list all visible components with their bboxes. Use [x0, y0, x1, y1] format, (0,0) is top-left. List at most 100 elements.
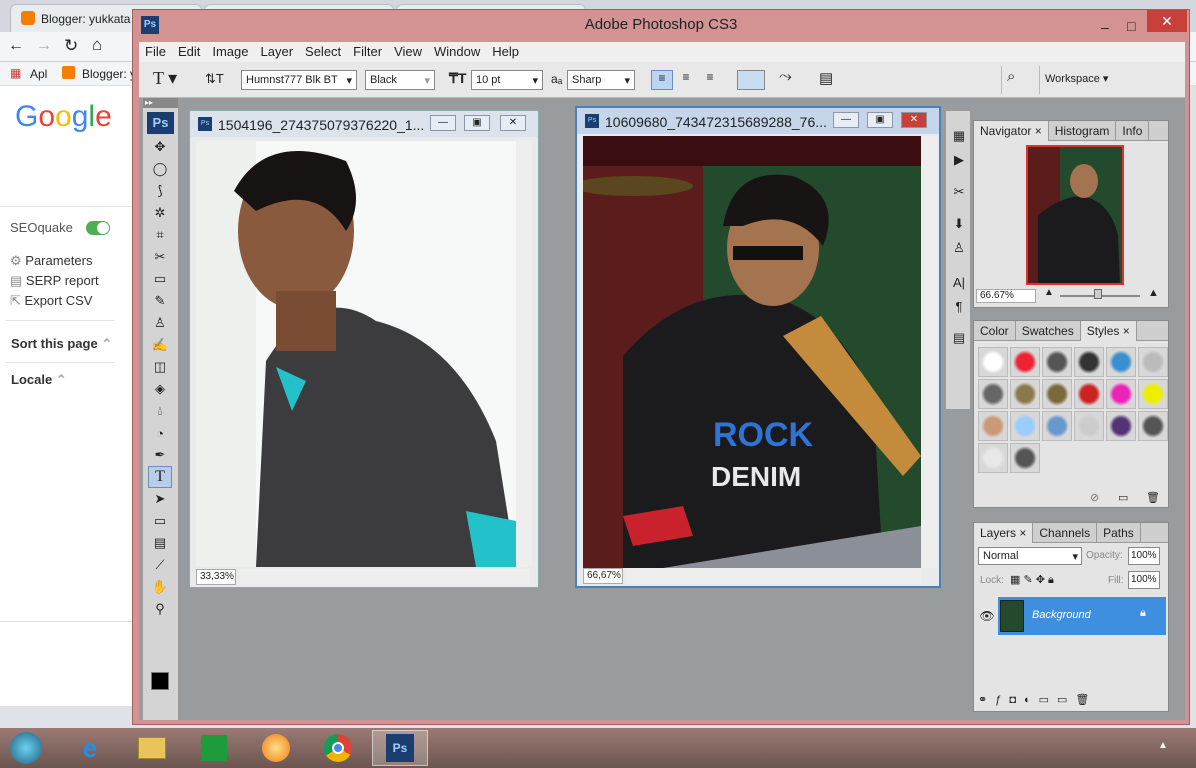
doc-close-button[interactable]: ✕ [500, 115, 526, 131]
tab-swatches[interactable]: Swatches [1016, 321, 1081, 341]
eraser-tool-icon[interactable]: ◫ [148, 356, 172, 378]
bridge-icon[interactable]: ⌕ [1007, 68, 1015, 85]
align-center-icon[interactable]: ≡ [675, 70, 697, 90]
warp-text-icon[interactable]: ⤳ [779, 68, 792, 86]
bookmark-blogger[interactable]: Blogger: y [82, 67, 136, 81]
antialias-select[interactable]: Sharp ▾ [567, 70, 635, 90]
eye-icon[interactable]: 👁︎ [976, 597, 998, 635]
style-swatch[interactable] [978, 379, 1008, 409]
media-player-icon[interactable] [248, 730, 304, 766]
type-tool-icon[interactable]: T [148, 466, 172, 488]
style-swatch[interactable] [978, 411, 1008, 441]
style-swatch[interactable] [1074, 379, 1104, 409]
brush-tool-icon[interactable]: ✎ [148, 290, 172, 312]
menu-layer[interactable]: Layer [255, 42, 300, 61]
photoshop-taskbar-icon[interactable]: Ps [372, 730, 428, 766]
hand-tool-icon[interactable]: ✋ [148, 576, 172, 598]
paint-bucket-tool-icon[interactable]: ◈ [148, 378, 172, 400]
tab-layers[interactable]: Layers × [974, 523, 1034, 543]
pen-tool-icon[interactable]: ✒ [148, 444, 172, 466]
workspace-button[interactable]: Workspace ▾ [1045, 72, 1108, 85]
type-tool-preset-icon[interactable]: T ▾ [153, 68, 177, 89]
back-icon[interactable]: ← [8, 37, 24, 55]
eyedropper-tool-icon[interactable]: ⟋ [148, 554, 172, 576]
menu-filter[interactable]: Filter [347, 42, 388, 61]
zoom-slider-thumb[interactable] [1094, 289, 1102, 299]
clone-source-icon[interactable]: ♙ [947, 237, 971, 259]
opacity-field[interactable]: 100% [1128, 547, 1160, 565]
horizontal-scrollbar[interactable] [627, 568, 921, 584]
clone-stamp-tool-icon[interactable]: ♙ [148, 312, 172, 334]
slice-tool-icon[interactable]: ✂ [148, 246, 172, 268]
forward-icon[interactable]: → [36, 37, 52, 55]
text-color-swatch[interactable] [737, 70, 765, 90]
foreground-color-swatch[interactable] [151, 672, 169, 690]
layer-comps-icon[interactable]: ⬇ [947, 213, 971, 235]
store-icon[interactable] [186, 730, 242, 766]
blur-tool-icon[interactable]: 💧︎ [148, 400, 172, 422]
tab-styles[interactable]: Styles × [1080, 321, 1137, 341]
tool-presets-icon[interactable]: ✂ [947, 181, 971, 203]
home-icon[interactable]: ⌂ [92, 35, 102, 55]
bookmark-apps[interactable]: Apl [30, 67, 47, 81]
menu-window[interactable]: Window [428, 42, 486, 61]
menu-image[interactable]: Image [206, 42, 254, 61]
new-style-icon[interactable]: ▭ [1118, 491, 1128, 504]
style-swatch[interactable] [1138, 411, 1168, 441]
zoom-field[interactable]: 66,67% [583, 568, 623, 584]
style-swatch[interactable] [1106, 411, 1136, 441]
brushes-panel-icon[interactable]: ▦ [947, 125, 971, 147]
document-window-2[interactable]: Ps 10609680_743472315689288_76... — ▣ ✕ … [575, 106, 941, 588]
delete-style-icon[interactable]: 🗑︎ [1146, 491, 1160, 504]
internet-explorer-icon[interactable]: e [62, 730, 118, 766]
menu-serp-report[interactable]: ▤ SERP report [10, 273, 99, 289]
file-explorer-icon[interactable] [124, 730, 180, 766]
style-swatch[interactable] [1138, 379, 1168, 409]
doc-maximize-button[interactable]: ▣ [867, 112, 893, 128]
chrome-icon[interactable] [310, 730, 366, 766]
layer-row-background[interactable]: 👁︎ Background 🔒︎ [976, 597, 1166, 635]
blend-mode-select[interactable]: Normal ▾ [978, 547, 1082, 565]
doc-minimize-button[interactable]: — [833, 112, 859, 128]
navigator-zoom-field[interactable]: 66.67% [976, 289, 1036, 303]
lasso-tool-icon[interactable]: ⟆ [148, 180, 172, 202]
lock-icons[interactable]: ▦ ✎ ✥ 🔒︎ [1010, 573, 1054, 587]
style-swatch[interactable] [1106, 347, 1136, 377]
move-tool-icon[interactable]: ✥ [148, 136, 172, 158]
minimize-button[interactable]: – [1101, 12, 1109, 42]
layers-footer-icons[interactable]: ⚭ƒ◘◐▭▭🗑︎ [978, 693, 1097, 706]
font-style-select[interactable]: Black ▾ [365, 70, 435, 90]
style-swatch[interactable] [1074, 347, 1104, 377]
style-swatch[interactable] [1010, 379, 1040, 409]
tab-channels[interactable]: Channels [1033, 523, 1098, 543]
menu-view[interactable]: View [388, 42, 428, 61]
palettes-icon[interactable]: ▤ [819, 69, 833, 87]
reload-icon[interactable]: ↻ [64, 36, 78, 56]
doc-minimize-button[interactable]: — [430, 115, 456, 131]
tab-histogram[interactable]: Histogram [1049, 121, 1117, 141]
tab-paths[interactable]: Paths [1097, 523, 1141, 543]
path-selection-tool-icon[interactable]: ➤ [148, 488, 172, 510]
character-panel-icon[interactable]: A| [947, 271, 971, 293]
history-brush-tool-icon[interactable]: ✍ [148, 334, 172, 356]
style-swatch[interactable] [1042, 379, 1072, 409]
zoom-in-icon[interactable]: ▲ [1148, 287, 1159, 299]
notes-tool-icon[interactable]: ▤ [148, 532, 172, 554]
magic-wand-tool-icon[interactable]: ✲ [148, 202, 172, 224]
document-window-1[interactable]: Ps 1504196_274375079376220_1... — ▣ ✕ 33… [189, 110, 539, 588]
font-size-select[interactable]: 10 pt ▾ [471, 70, 543, 90]
text-orientation-icon[interactable]: ⇅T [205, 71, 224, 87]
clear-style-icon[interactable]: ⊘ [1090, 491, 1099, 504]
close-button[interactable]: ✕ [1147, 10, 1187, 32]
menu-export-csv[interactable]: ⇱ Export CSV [10, 293, 92, 309]
sort-this-page[interactable]: Sort this page ⌃ [11, 336, 112, 352]
locale[interactable]: Locale ⌃ [11, 372, 67, 388]
menu-edit[interactable]: Edit [172, 42, 206, 61]
actions-panel-icon[interactable]: ▶ [947, 149, 971, 171]
style-swatch[interactable] [1074, 411, 1104, 441]
tab-navigator[interactable]: Navigator × [974, 121, 1049, 141]
vertical-scrollbar[interactable] [516, 141, 532, 567]
healing-brush-tool-icon[interactable]: ▭ [148, 268, 172, 290]
info-panel-icon[interactable]: ▤ [947, 327, 971, 349]
menu-parameters[interactable]: ⚙ Parameters [10, 253, 92, 269]
